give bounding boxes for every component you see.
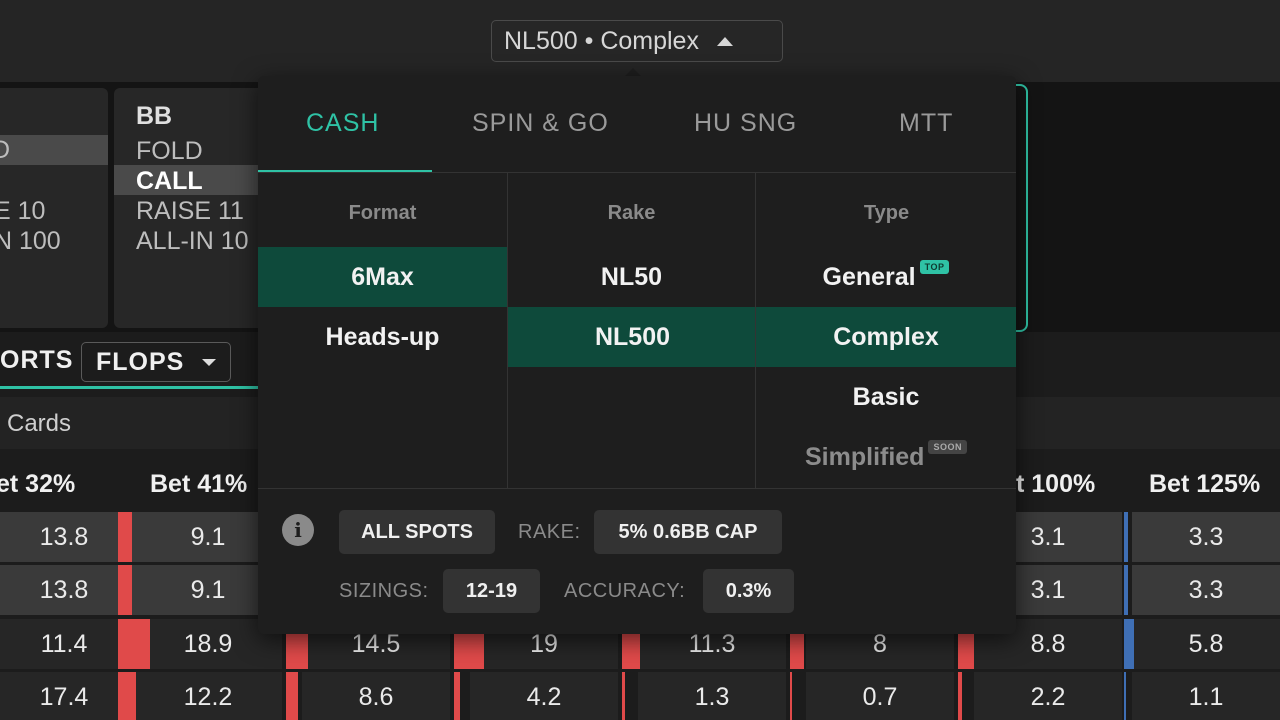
- accuracy-label: ACCURACY:: [564, 580, 686, 602]
- table-cell: 0.7: [806, 672, 954, 720]
- table-cell: 4.2: [470, 672, 618, 720]
- selected-action-highlight: [0, 135, 108, 165]
- all-spots-button[interactable]: ALL SPOTS: [339, 510, 495, 554]
- format-option-6max[interactable]: 6Max: [258, 247, 507, 307]
- action-item-fold[interactable]: FOLD: [136, 137, 203, 166]
- format-header: Format: [348, 202, 417, 224]
- frequency-bar: [118, 672, 136, 720]
- accuracy-value: 0.3%: [703, 569, 794, 613]
- type-option-basic[interactable]: Basic: [756, 367, 1016, 427]
- format-option-heads-up[interactable]: Heads-up: [258, 307, 507, 367]
- table-cell: 1.3: [638, 672, 786, 720]
- divider: [258, 488, 1016, 489]
- type-option-general[interactable]: General TOP: [756, 247, 1016, 307]
- table-header[interactable]: Bet 41%: [150, 470, 247, 499]
- action-item[interactable]: D: [0, 136, 10, 165]
- game-selector-dropdown: CASH SPIN & GO HU SNG MTT Format 6Max He…: [258, 76, 1016, 634]
- frequency-bar: [1124, 565, 1128, 615]
- type-option-simplified: Simplified SOON: [756, 427, 1016, 487]
- sizings-label: SIZINGS:: [339, 580, 429, 602]
- frequency-bar: [118, 565, 132, 615]
- cards-filter-label[interactable]: Cards: [7, 410, 71, 438]
- rake-value: 5% 0.6BB CAP: [594, 510, 782, 554]
- type-option-complex[interactable]: Complex: [756, 307, 1016, 367]
- tab-cash[interactable]: CASH: [306, 109, 379, 138]
- action-item[interactable]: N 100: [0, 227, 61, 256]
- rake-label: RAKE:: [518, 521, 581, 543]
- rake-header: Rake: [607, 202, 656, 224]
- game-selector-label: NL500 • Complex: [504, 26, 699, 55]
- table-cell: 3.3: [1132, 512, 1280, 562]
- rake-option-nl50[interactable]: NL50: [507, 247, 756, 307]
- frequency-bar: [118, 619, 150, 669]
- type-option-label: General: [822, 262, 916, 291]
- frequency-bar: [1124, 512, 1128, 562]
- tab-hu-sng[interactable]: HU SNG: [694, 109, 797, 138]
- table-cell: 2.2: [974, 672, 1122, 720]
- info-icon[interactable]: i: [282, 514, 314, 546]
- frequency-bar: [958, 672, 962, 720]
- table-header[interactable]: t 100%: [1016, 470, 1095, 499]
- top-badge: TOP: [919, 260, 950, 274]
- action-item[interactable]: E 10: [0, 197, 45, 226]
- game-selector-button[interactable]: NL500 • Complex: [491, 20, 783, 62]
- frequency-bar: [622, 672, 625, 720]
- frequency-bar: [118, 512, 132, 562]
- tab-mtt[interactable]: MTT: [899, 109, 953, 138]
- rake-option-nl500[interactable]: NL500: [508, 307, 757, 367]
- flops-label: FLOPS: [96, 347, 185, 376]
- table-header[interactable]: et 32%: [0, 470, 75, 499]
- frequency-bar: [790, 672, 792, 720]
- action-item-call[interactable]: CALL: [136, 167, 203, 196]
- table-cell: 3.3: [1132, 565, 1280, 615]
- flops-dropdown[interactable]: FLOPS: [81, 342, 231, 382]
- reports-tab-underline: [0, 386, 262, 389]
- sizings-value: 12-19: [443, 569, 540, 613]
- action-item-allin[interactable]: ALL-IN 10: [136, 227, 249, 256]
- frequency-bar: [286, 672, 298, 720]
- frequency-bar: [1124, 619, 1134, 669]
- table-cell: 5.8: [1132, 619, 1280, 669]
- type-header: Type: [863, 202, 910, 224]
- action-item-raise[interactable]: RAISE 11: [136, 197, 244, 226]
- frequency-bar: [1124, 672, 1126, 720]
- frequency-bar: [454, 672, 460, 720]
- table-cell: 8.6: [302, 672, 450, 720]
- soon-badge: SOON: [928, 440, 967, 454]
- type-option-label: Simplified: [805, 442, 925, 471]
- game-type-tabs: CASH SPIN & GO HU SNG MTT: [258, 76, 1016, 173]
- chevron-down-icon: [202, 358, 217, 366]
- reports-tab[interactable]: ORTS: [0, 346, 73, 375]
- chevron-up-icon: [716, 36, 733, 46]
- table-cell: 12.2: [134, 672, 282, 720]
- table-header[interactable]: Bet 125%: [1149, 470, 1260, 499]
- tab-spin-and-go[interactable]: SPIN & GO: [472, 109, 609, 138]
- table-cell: 1.1: [1132, 672, 1280, 720]
- bb-card-title: BB: [136, 102, 173, 130]
